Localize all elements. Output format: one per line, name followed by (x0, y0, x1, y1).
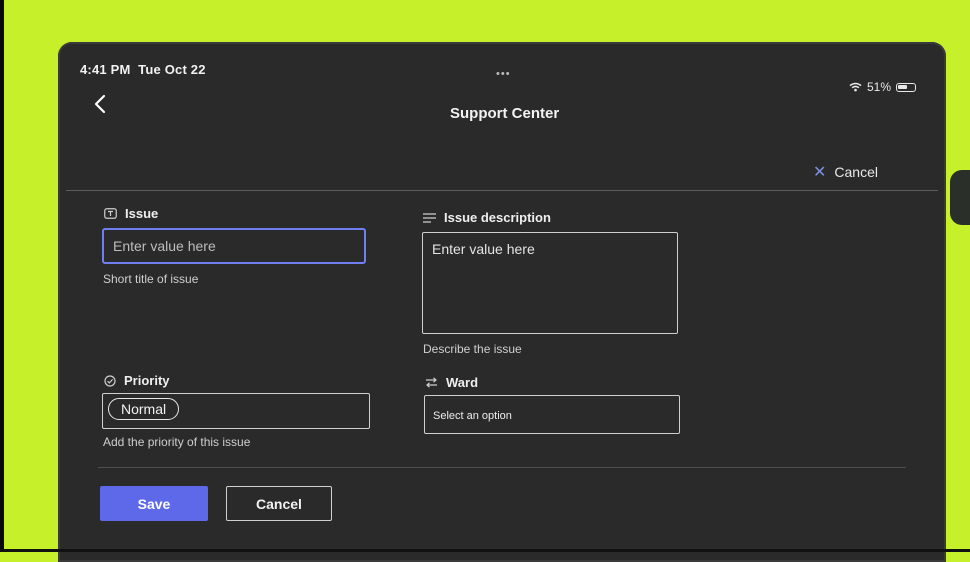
issue-label: Issue (125, 206, 159, 221)
page-title: Support Center (450, 105, 560, 122)
swap-arrows-icon (426, 377, 437, 388)
cancel-button[interactable]: Cancel (226, 486, 332, 521)
issue-description-helper-text: Describe the issue (423, 342, 522, 356)
divider (66, 190, 938, 191)
case-edge-left (0, 0, 4, 552)
issue-description-textarea[interactable] (422, 232, 678, 334)
wifi-icon (849, 82, 862, 92)
multitasking-dots-icon[interactable]: ••• (496, 68, 511, 80)
check-circle-icon (104, 374, 116, 387)
issue-helper-text: Short title of issue (103, 272, 199, 286)
priority-helper-text: Add the priority of this issue (103, 435, 251, 449)
issue-description-label-group: Issue description (423, 210, 551, 225)
case-button-bump (950, 170, 970, 225)
status-date: Tue Oct 22 (138, 62, 206, 77)
issue-label-group: Issue (104, 206, 158, 221)
battery-percentage: 51% (866, 80, 891, 94)
back-button[interactable] (94, 94, 106, 119)
top-cancel-button[interactable]: ✕ Cancel (813, 162, 878, 182)
ward-label: Ward (446, 375, 479, 390)
divider (98, 467, 906, 468)
ward-select[interactable]: Select an option (424, 395, 680, 434)
status-bar-indicators: 51% (849, 80, 916, 94)
priority-field[interactable]: Normal (102, 393, 370, 429)
lines-icon (423, 212, 436, 223)
save-button[interactable]: Save (100, 486, 208, 521)
text-field-icon (104, 208, 117, 219)
priority-label: Priority (124, 373, 170, 388)
ward-label-group: Ward (425, 375, 478, 390)
status-time: 4:41 PM (80, 62, 131, 77)
battery-icon (896, 82, 916, 92)
top-cancel-label: Cancel (834, 164, 878, 180)
chevron-left-icon (94, 94, 106, 114)
priority-label-group: Priority (104, 373, 170, 388)
priority-tag[interactable]: Normal (108, 398, 180, 420)
close-icon: ✕ (813, 164, 827, 181)
issue-description-label: Issue description (444, 210, 551, 225)
tablet-screen: 4:41 PM Tue Oct 22 ••• 51% Support Cente… (58, 42, 946, 562)
status-bar-time: 4:41 PM Tue Oct 22 (80, 62, 206, 77)
issue-input[interactable] (102, 228, 366, 264)
